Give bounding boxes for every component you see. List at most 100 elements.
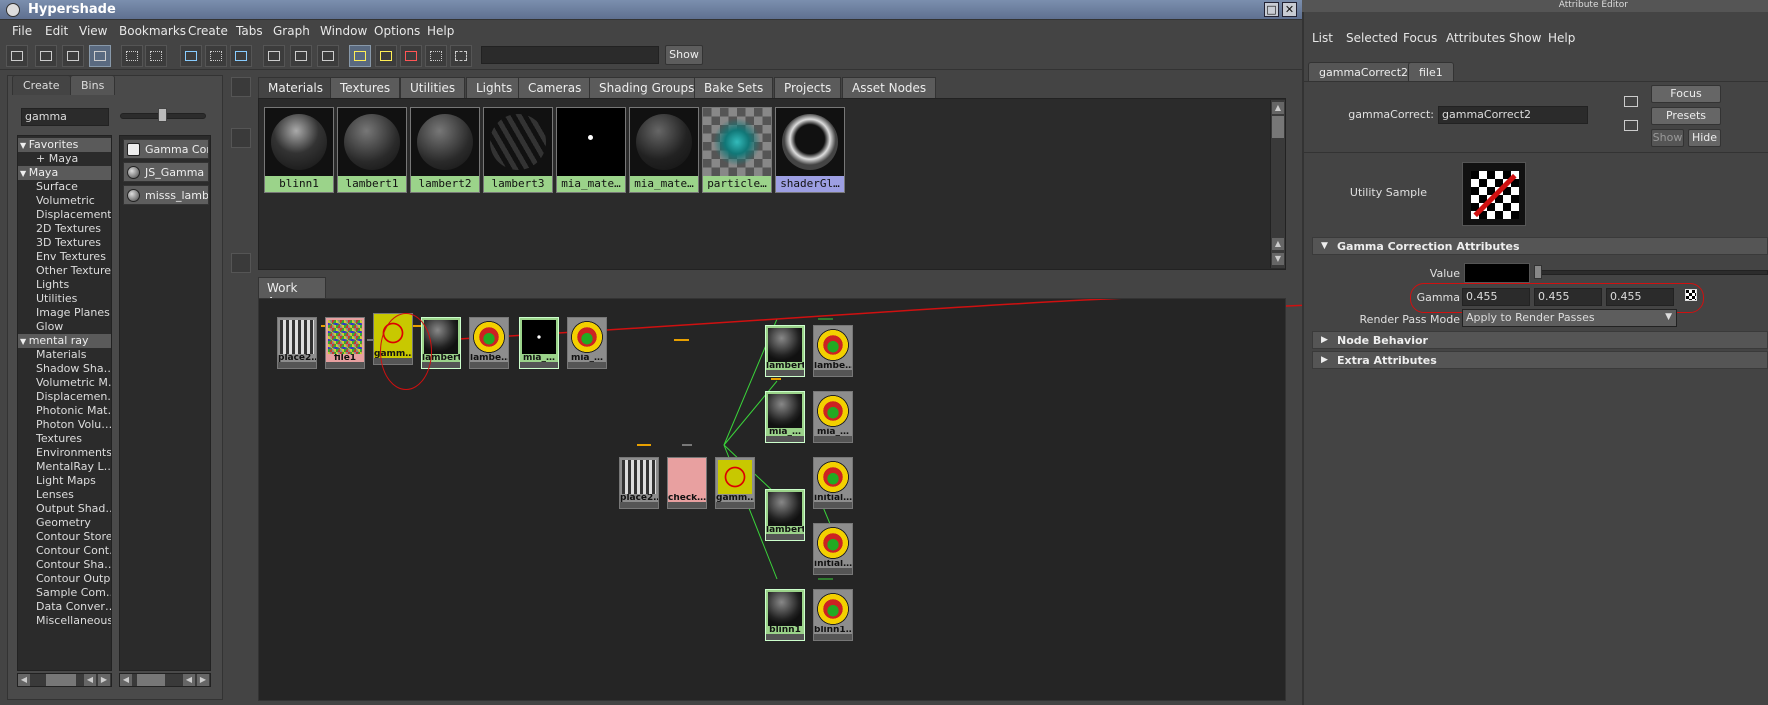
swatch-mia-material-1[interactable]: mia_mate… bbox=[556, 107, 626, 193]
layout-top-bottom-button[interactable] bbox=[35, 45, 57, 67]
value-slider[interactable] bbox=[1534, 270, 1768, 275]
tool-select-icon[interactable] bbox=[231, 77, 251, 97]
scroll-right-icon[interactable]: ▶ bbox=[98, 674, 110, 686]
ae-menu-show[interactable]: Show bbox=[1509, 31, 1541, 45]
graph-upstream-button[interactable] bbox=[121, 45, 143, 67]
tool-list-icon[interactable] bbox=[231, 153, 251, 173]
swatch-lambert2[interactable]: lambert2 bbox=[410, 107, 480, 193]
graph-clear-button[interactable] bbox=[180, 45, 202, 67]
graph-node[interactable]: initial… bbox=[813, 523, 853, 575]
tool-layout-icon[interactable] bbox=[231, 278, 251, 298]
tool-grid-icon[interactable] bbox=[231, 103, 251, 123]
graph-downstream-button[interactable] bbox=[145, 45, 167, 67]
tree-item-surface[interactable]: Surface bbox=[18, 180, 111, 194]
ae-menu-help[interactable]: Help bbox=[1548, 31, 1575, 45]
tab-textures[interactable]: Textures bbox=[330, 77, 401, 98]
tree-item-lights[interactable]: Lights bbox=[18, 278, 111, 292]
tree-item-geometry[interactable]: Geometry bbox=[18, 516, 111, 530]
tree-item-textures[interactable]: Textures bbox=[18, 432, 111, 446]
next-graph-button[interactable] bbox=[290, 45, 312, 67]
menu-create[interactable]: Create bbox=[188, 24, 228, 38]
tree-item-volumetric[interactable]: Volumetric bbox=[18, 194, 111, 208]
scroll-up-icon[interactable]: ▲ bbox=[1272, 102, 1284, 114]
scroll-left-icon[interactable]: ◀ bbox=[120, 674, 132, 686]
tree-item-image-planes[interactable]: Image Planes bbox=[18, 306, 111, 320]
frame-graph-button[interactable] bbox=[317, 45, 339, 67]
tree-item-glow[interactable]: Glow bbox=[18, 320, 111, 334]
tab-cameras[interactable]: Cameras bbox=[518, 77, 592, 98]
tree-item-light-maps[interactable]: Light Maps bbox=[18, 474, 111, 488]
node-port-bar[interactable] bbox=[620, 502, 658, 508]
node-port-bar[interactable] bbox=[766, 534, 804, 540]
graph-node[interactable]: mia_… bbox=[813, 391, 853, 443]
swatch-lambert3[interactable]: lambert3 bbox=[483, 107, 553, 193]
tab-work-area[interactable]: Work Area bbox=[258, 277, 326, 309]
hypershade-options-button[interactable] bbox=[450, 45, 472, 67]
swatch-lambert1[interactable]: lambert1 bbox=[337, 107, 407, 193]
menu-file[interactable]: File bbox=[12, 24, 32, 38]
node-port-bar[interactable] bbox=[568, 362, 606, 368]
tree-item-contour-sha[interactable]: Contour Sha… bbox=[18, 558, 111, 572]
create-node-misss-lambert[interactable]: misss_lambert bbox=[123, 185, 209, 205]
node-port-bar[interactable] bbox=[766, 370, 804, 376]
swatch-display-button[interactable] bbox=[349, 45, 371, 67]
create-node-js-gamma[interactable]: JS_Gamma bbox=[123, 162, 209, 182]
scroll-left-icon[interactable]: ◀ bbox=[84, 674, 96, 686]
tree-item-displacemen[interactable]: Displacemen… bbox=[18, 390, 111, 404]
swatch-shader-glow[interactable]: shaderGl… bbox=[775, 107, 845, 193]
tree-item-3d-textures[interactable]: 3D Textures bbox=[18, 236, 111, 250]
render-button[interactable] bbox=[375, 45, 397, 67]
graph-node[interactable]: blinn1 bbox=[765, 589, 805, 641]
swatch-blinn1[interactable]: blinn1 bbox=[264, 107, 334, 193]
graph-input-output-button[interactable] bbox=[205, 45, 227, 67]
ae-menu-list[interactable]: List bbox=[1312, 31, 1333, 45]
tree-item-photon-volu[interactable]: Photon Volu… bbox=[18, 418, 111, 432]
menu-window[interactable]: Window bbox=[320, 24, 367, 38]
layout-bottom-button[interactable] bbox=[62, 45, 84, 67]
tree-item-env-textures[interactable]: Env Textures bbox=[18, 250, 111, 264]
scroll-up-icon[interactable]: ▲ bbox=[1272, 238, 1284, 250]
graph-node[interactable]: gamm… bbox=[715, 457, 755, 509]
tree-item-displacement[interactable]: Displacement bbox=[18, 208, 111, 222]
menu-help[interactable]: Help bbox=[427, 24, 454, 38]
tree-item-miscellaneous[interactable]: Miscellaneous bbox=[18, 614, 111, 628]
graph-node[interactable]: lambert2 bbox=[765, 325, 805, 377]
show-button[interactable]: Show bbox=[665, 45, 703, 65]
ae-tab-gammacorrect2[interactable]: gammaCorrect2 bbox=[1308, 62, 1420, 82]
graph-node[interactable]: place2… bbox=[277, 317, 317, 369]
menu-view[interactable]: View bbox=[79, 24, 107, 38]
scroll-left-icon[interactable]: ◀ bbox=[18, 674, 30, 686]
tree-item-other-textures[interactable]: Other Textures bbox=[18, 264, 111, 278]
layout-both-button[interactable] bbox=[89, 45, 111, 67]
tree-item-sample-com[interactable]: Sample Com… bbox=[18, 586, 111, 600]
presets-button[interactable]: Presets bbox=[1651, 107, 1721, 125]
graph-node[interactable]: mia_… bbox=[765, 391, 805, 443]
graph-node[interactable]: lambe… bbox=[469, 317, 509, 369]
tool-attr-icon[interactable] bbox=[231, 305, 251, 325]
tree-item-mental-ray[interactable]: ▼ mental ray bbox=[18, 334, 111, 348]
scroll-down-icon[interactable]: ▼ bbox=[1272, 253, 1284, 265]
tree-item-contour-store[interactable]: Contour Store bbox=[18, 530, 111, 544]
section-gamma-correction-attributes[interactable]: ▼ Gamma Correction Attributes bbox=[1312, 237, 1768, 255]
tree-item-lenses[interactable]: Lenses bbox=[18, 488, 111, 502]
menu-bookmarks[interactable]: Bookmarks bbox=[119, 24, 186, 38]
prev-graph-button[interactable] bbox=[263, 45, 285, 67]
node-port-bar[interactable] bbox=[814, 568, 852, 574]
tool-swatch-icon[interactable] bbox=[231, 128, 251, 148]
hide-attr-button[interactable]: Hide bbox=[1688, 129, 1721, 147]
output-connections-icon[interactable] bbox=[1624, 120, 1638, 131]
tree-item-environments[interactable]: Environments bbox=[18, 446, 111, 460]
node-port-bar[interactable] bbox=[814, 370, 852, 376]
value-color-swatch[interactable] bbox=[1464, 263, 1530, 283]
graph-node[interactable]: lambe… bbox=[813, 325, 853, 377]
section-extra-attributes[interactable]: ▶ Extra Attributes bbox=[1312, 351, 1768, 369]
graph-node[interactable]: initial… bbox=[813, 457, 853, 509]
menu-graph[interactable]: Graph bbox=[273, 24, 310, 38]
node-port-bar[interactable] bbox=[814, 634, 852, 640]
input-connections-icon[interactable] bbox=[1624, 96, 1638, 107]
tab-lights[interactable]: Lights bbox=[466, 77, 523, 98]
tab-create[interactable]: Create bbox=[12, 75, 71, 95]
graph-node[interactable]: check… bbox=[667, 457, 707, 509]
tab-bins[interactable]: Bins bbox=[70, 75, 116, 95]
render-pass-mode-dropdown[interactable]: Apply to Render Passes ▼ bbox=[1462, 309, 1677, 327]
